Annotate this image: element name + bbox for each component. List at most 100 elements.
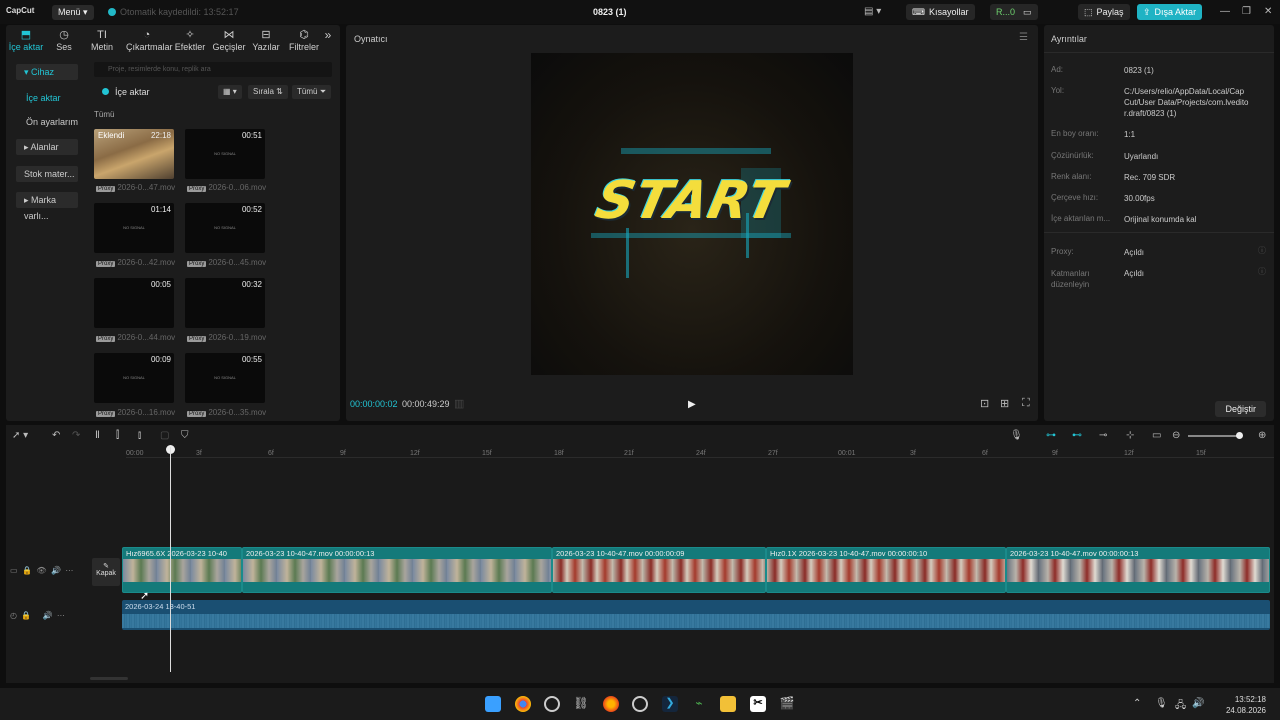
windows-start-icon[interactable] <box>485 696 501 712</box>
cover-button[interactable]: ✎ Kapak <box>92 558 120 586</box>
media-item[interactable]: 00:09 NO SIGNAL <box>94 353 174 403</box>
tab-transitions[interactable]: ⋈ Geçişler <box>209 29 249 52</box>
view-toggle[interactable]: ▦ ▾ <box>218 85 242 99</box>
redo-icon[interactable]: ↷ <box>72 430 80 441</box>
filter-button[interactable]: Tümü ⏷ <box>292 85 332 99</box>
track-controls[interactable]: ▭ 🔒 👁 🔊 ⋯ <box>10 566 73 575</box>
fullscreen-icon[interactable]: ⛶ <box>1022 397 1030 410</box>
obs-icon[interactable] <box>544 696 560 712</box>
select-tool-icon[interactable]: ➚ ▾ <box>12 430 28 441</box>
sidebar-item-presets[interactable]: Ön ayarlarım <box>16 114 78 130</box>
firefox-icon[interactable] <box>603 696 619 712</box>
tab-captions[interactable]: ⊟ Yazılar <box>246 29 286 52</box>
video-clip[interactable]: 2026-03-23 10-40-47.mov 00:00:00:13 <box>242 547 552 593</box>
magnet-icon[interactable]: ⊶ <box>1046 430 1056 441</box>
minimize-icon[interactable]: — <box>1220 6 1230 17</box>
export-button[interactable]: ⇪ Dışa Aktar <box>1137 4 1203 20</box>
ratio-icon[interactable]: ⊞ <box>1000 397 1009 410</box>
tab-import[interactable]: ⬒ İçe aktar <box>6 29 46 52</box>
audio-clip[interactable]: 2026-03-24 13-40-51 <box>122 600 1270 630</box>
media-duration: 00:32 <box>241 280 262 289</box>
link-icon[interactable]: ⊷ <box>1072 430 1082 441</box>
snapshot-icon[interactable]: ⊡ <box>980 397 989 410</box>
media-item[interactable]: 00:52 NO SIGNAL <box>185 203 265 253</box>
media-item[interactable]: Eklendi 22:18 <box>94 129 174 179</box>
zoom-slider[interactable] <box>1188 435 1240 437</box>
preview-axis-icon[interactable]: ⊹ <box>1126 430 1134 441</box>
app-icon[interactable]: ⛓ <box>573 696 589 712</box>
detail-key: Katmanları düzenleyin <box>1051 269 1090 289</box>
sidebar-item-spaces[interactable]: ▸ Alanlar <box>16 139 78 155</box>
chevron-up-icon[interactable]: ⌃ <box>1133 698 1141 709</box>
shield-icon[interactable]: ⛉ <box>181 430 189 441</box>
clip-label: 2026-03-23 10-40-47.mov 00:00:00:09 <box>556 549 685 558</box>
search-input[interactable]: Proje, resimlerde konu, replik ara <box>94 62 332 77</box>
help-icon[interactable]: ⓘ <box>1258 266 1266 277</box>
tab-audio[interactable]: ◷ Ses <box>44 29 84 52</box>
split-left-icon[interactable]: ⫿ <box>116 430 119 441</box>
microphone-icon[interactable]: 🎙 <box>1010 430 1023 441</box>
system-clock[interactable]: 13:52:18 24.08.2026 <box>1226 694 1266 716</box>
detail-value: Uyarlandı <box>1124 152 1159 161</box>
ai-button[interactable]: R...0 ▭ <box>990 4 1038 20</box>
undo-icon[interactable]: ↶ <box>52 430 60 441</box>
media-item[interactable]: 01:14 NO SIGNAL <box>94 203 174 253</box>
close-icon[interactable]: ✕ <box>1264 6 1272 17</box>
capcut-icon[interactable]: ✂ <box>750 696 766 712</box>
maximize-icon[interactable]: ❐ <box>1242 6 1251 17</box>
help-icon[interactable]: ⓘ <box>1258 245 1266 256</box>
sidebar-item-brand[interactable]: ▸ Marka varlı... <box>16 192 78 221</box>
video-clip[interactable]: Hız0.1X 2026-03-23 10-40-47.mov 00:00:00… <box>766 547 1006 593</box>
chrome-icon[interactable] <box>515 696 531 712</box>
tab-stickers[interactable]: ◔ Çıkartmalar <box>126 29 173 52</box>
volume-icon[interactable]: 🔊 <box>1192 698 1204 709</box>
steam-icon[interactable] <box>632 696 648 712</box>
sidebar-item-device[interactable]: ▾ Cihaz <box>16 64 78 80</box>
network-icon[interactable]: 🖧 <box>1175 698 1186 715</box>
layout-icon[interactable]: ▤ ▾ <box>864 6 881 17</box>
audio-track-controls[interactable]: ◴ 🔒 🔊 ⋯ <box>10 611 65 620</box>
share-button[interactable]: ⬚ Paylaş <box>1078 4 1130 20</box>
detail-value[interactable]: Açıldı <box>1124 247 1254 258</box>
change-button[interactable]: Değiştir <box>1215 401 1266 417</box>
horizontal-scrollbar[interactable] <box>90 677 128 680</box>
file-explorer-icon[interactable] <box>720 696 736 712</box>
sidebar-item-stock[interactable]: Stok mater... <box>16 166 78 182</box>
player-menu-icon[interactable]: ☰ <box>1019 32 1028 43</box>
tab-text[interactable]: TI Metin <box>82 29 122 52</box>
video-preview[interactable]: START <box>531 53 853 375</box>
split-icon[interactable]: Ⅱ <box>95 430 100 441</box>
snap-icon[interactable]: ⊸ <box>1099 430 1107 441</box>
zoom-out-icon[interactable]: ⊖ <box>1172 430 1180 441</box>
split-right-icon[interactable]: ⫾ <box>138 430 141 441</box>
play-icon[interactable]: ▶ <box>688 399 696 410</box>
tab-filters[interactable]: ⌬ Filtreler <box>284 29 324 52</box>
menu-button[interactable]: Menü ▾ <box>52 5 94 20</box>
media-item[interactable]: 00:55 NO SIGNAL <box>185 353 265 403</box>
media-caption: Proxy 2026-0...19.mov <box>187 333 266 342</box>
caption-icon[interactable]: ▭ <box>1152 430 1161 441</box>
tab-effects[interactable]: ✧ Efektler <box>170 29 210 52</box>
detail-value[interactable]: Açıldı <box>1124 268 1254 279</box>
clapper-icon[interactable]: 🎬 <box>779 696 795 712</box>
powershell-icon[interactable]: ❯ <box>662 696 678 712</box>
media-item[interactable]: 00:51 NO SIGNAL <box>185 129 265 179</box>
zoom-in-icon[interactable]: ⊕ <box>1258 430 1266 441</box>
timeline-ruler[interactable]: 00:00 3f 6f 9f 12f 15f 18f 21f 24f 27f 0… <box>126 448 1274 458</box>
media-item[interactable]: 00:05 <box>94 278 174 328</box>
sidebar-item-import[interactable]: İçe aktar <box>16 90 78 106</box>
media-caption: Proxy 2026-0...44.mov <box>96 333 175 342</box>
video-clip[interactable]: 2026-03-23 10-40-47.mov 00:00:00:09 <box>552 547 766 593</box>
playhead[interactable] <box>170 447 171 672</box>
video-clip[interactable]: Hız6965.6X 2026-03-23 10-40 <box>122 547 242 593</box>
sort-button[interactable]: Sırala ⇅ <box>248 85 288 99</box>
video-clip[interactable]: 2026-03-23 10-40-47.mov 00:00:00:13 <box>1006 547 1270 593</box>
shortcuts-button[interactable]: ⌨ Kısayollar <box>906 4 975 20</box>
delete-icon[interactable]: ▢ <box>160 430 169 441</box>
zoom-slider-handle[interactable] <box>1236 432 1243 439</box>
more-tabs-icon[interactable]: » <box>320 29 336 42</box>
media-item[interactable]: 00:32 <box>185 278 265 328</box>
app2-icon[interactable]: ⌁ <box>691 696 707 712</box>
mic-icon[interactable]: 🎙 <box>1155 698 1168 709</box>
import-button[interactable]: İçe aktar <box>102 87 150 97</box>
